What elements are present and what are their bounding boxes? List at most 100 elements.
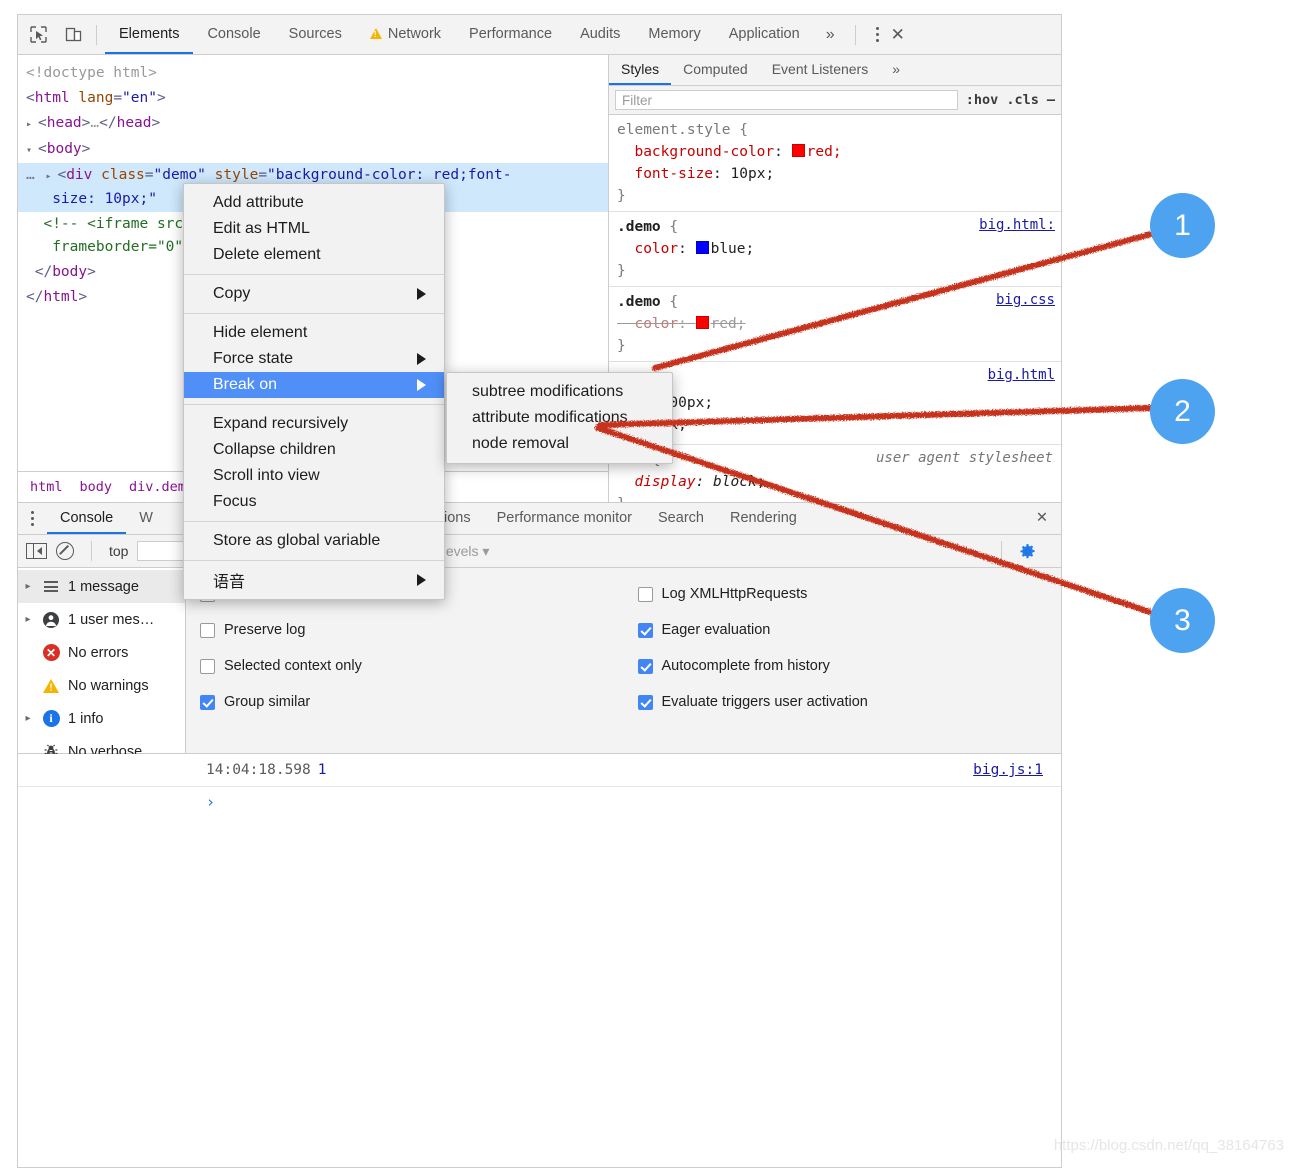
css-source-link-big-html-2[interactable]: big.html (988, 367, 1055, 383)
menu-item-hide-element[interactable]: Hide element (184, 320, 444, 346)
menu-item-copy[interactable]: Copy (184, 281, 444, 307)
dom-line-body[interactable]: ▾ <body> (18, 137, 608, 163)
console-prompt-row[interactable]: › (18, 787, 1061, 817)
drawer-close-icon[interactable]: ✕ (1023, 503, 1061, 534)
checkbox-evaluate-triggers[interactable] (637, 694, 653, 710)
menu-separator-2 (184, 313, 444, 314)
color-swatch-red-struck[interactable] (695, 316, 709, 329)
console-sidebar-item-user-messages[interactable]: ▸ 1 user mes… (18, 603, 185, 636)
context-submenu-break-on[interactable]: subtree modifications attribute modifica… (446, 372, 673, 464)
submenu-item-attribute-modifications[interactable]: attribute modifications (447, 405, 672, 431)
color-swatch-blue[interactable] (695, 241, 709, 254)
checkbox-eager-evaluation[interactable] (637, 622, 653, 638)
color-swatch[interactable] (791, 144, 805, 157)
drawer-more-options-icon[interactable] (18, 503, 47, 534)
expand-triangle-icon-user[interactable]: ▸ (22, 614, 34, 625)
menu-item-delete-element[interactable]: Delete element (184, 242, 444, 268)
menu-separator-1 (184, 274, 444, 275)
menu-item-edit-as-html[interactable]: Edit as HTML (184, 216, 444, 242)
menu-item-scroll-into-view[interactable]: Scroll into view (184, 463, 444, 489)
drawer-tab-what-s-new[interactable]: W (126, 503, 166, 534)
menu-item-store-as-global-variable[interactable]: Store as global variable (184, 528, 444, 554)
tab-audits[interactable]: Audits (566, 15, 634, 54)
styles-filter-input[interactable]: Filter (615, 90, 958, 110)
css-rule-element-style[interactable]: element.style { background-color: red; f… (609, 115, 1061, 212)
device-toolbar-icon[interactable] (58, 20, 88, 50)
menu-item-break-on[interactable]: Break on (184, 372, 444, 398)
expand-triangle-icon-info[interactable]: ▸ (22, 713, 34, 724)
checkbox-preserve-log[interactable] (200, 622, 215, 638)
menu-item-speech[interactable]: 语音 (184, 567, 444, 593)
drawer-tab-console[interactable]: Console (47, 503, 127, 534)
sidebar-toggle-icon[interactable] (26, 543, 47, 559)
customize-devtools-icon[interactable] (864, 27, 891, 42)
more-panels-icon[interactable]: » (814, 26, 847, 44)
setting-preserve-log[interactable]: Preserve log (200, 612, 624, 648)
menu-item-collapse-children[interactable]: Collapse children (184, 437, 444, 463)
css-source-link-big-css[interactable]: big.css (996, 292, 1055, 308)
setting-group-similar[interactable]: Group similar (200, 684, 624, 720)
checkbox-group-similar[interactable] (200, 694, 215, 710)
tab-styles[interactable]: Styles (609, 55, 672, 85)
submenu-item-node-removal[interactable]: node removal (447, 431, 672, 457)
tab-performance[interactable]: Performance (455, 15, 566, 54)
breadcrumb-item-html[interactable]: html (30, 479, 63, 495)
checkbox-selected-context-only[interactable] (200, 658, 215, 674)
collapse-triangle-icon[interactable]: ▾ (26, 139, 38, 162)
checkbox-log-xhr[interactable] (637, 586, 653, 602)
setting-selected-context-only[interactable]: Selected context only (200, 648, 624, 684)
menu-item-force-state[interactable]: Force state (184, 346, 444, 372)
checkbox-autocomplete-history[interactable] (637, 658, 653, 674)
css-rule-demo-css[interactable]: .demo { big.css color: red; } (609, 287, 1061, 362)
styles-more-tabs-icon[interactable]: » (880, 55, 912, 85)
console-sidebar-item-errors[interactable]: ✕ No errors (18, 636, 185, 669)
execution-context-select[interactable]: top (109, 543, 128, 559)
inspect-element-icon[interactable] (23, 20, 53, 50)
console-log-entry[interactable]: 14:04:18.598 1 big.js:1 (18, 754, 1061, 787)
setting-autocomplete-history[interactable]: Autocomplete from history (637, 648, 1062, 684)
tab-network[interactable]: Network (356, 15, 455, 54)
expand-triangle-icon-messages[interactable]: ▸ (22, 581, 34, 592)
menu-item-add-attribute[interactable]: Add attribute (184, 190, 444, 216)
info-icon: i (41, 709, 61, 729)
console-sidebar-label: 1 info (68, 710, 104, 727)
submenu-arrow-icon-speech (417, 574, 426, 586)
hov-cls-toggles[interactable]: :hov .cls (966, 92, 1039, 108)
breadcrumb-item-body[interactable]: body (80, 479, 113, 495)
tab-event-listeners[interactable]: Event Listeners (760, 55, 881, 85)
context-menu[interactable]: Add attribute Edit as HTML Delete elemen… (183, 183, 445, 600)
setting-evaluate-triggers-user-activation[interactable]: Evaluate triggers user activation (637, 684, 1062, 720)
submenu-item-subtree-modifications[interactable]: subtree modifications (447, 379, 672, 405)
drawer-tab-performance-monitor[interactable]: Performance monitor (484, 503, 645, 534)
menu-item-focus[interactable]: Focus (184, 489, 444, 515)
expand-triangle-icon[interactable]: ▸ (26, 113, 38, 136)
expand-triangle-icon-div[interactable]: ▸ (45, 165, 57, 188)
css-rule-dimensions[interactable]: big.html h: 100px; 100px; (609, 362, 1061, 445)
console-sidebar-item-messages[interactable]: ▸ 1 message (18, 570, 185, 603)
dom-line-html[interactable]: <html lang="en"> (18, 86, 608, 111)
clear-console-icon[interactable] (56, 542, 74, 560)
setting-eager-evaluation[interactable]: Eager evaluation (637, 612, 1062, 648)
drawer-tab-search[interactable]: Search (645, 503, 717, 534)
drawer-tab-rendering[interactable]: Rendering (717, 503, 810, 534)
console-toolbar-divider (91, 541, 92, 561)
new-style-rule-icon[interactable]: – (1047, 92, 1055, 108)
css-rule-demo-html[interactable]: .demo { big.html: color: blue; } (609, 212, 1061, 287)
tab-elements[interactable]: Elements (105, 15, 194, 54)
setting-log-xhr[interactable]: Log XMLHttpRequests (637, 576, 1062, 612)
menu-item-expand-recursively[interactable]: Expand recursively (184, 411, 444, 437)
tab-memory[interactable]: Memory (634, 15, 714, 54)
css-source-link-big-html[interactable]: big.html: (979, 217, 1055, 233)
css-rule-user-agent-div[interactable]: div { user agent stylesheet display: blo… (609, 445, 1061, 502)
log-source-link[interactable]: big.js:1 (973, 762, 1043, 778)
tab-console[interactable]: Console (193, 15, 274, 54)
tab-computed[interactable]: Computed (671, 55, 760, 85)
console-sidebar-item-info[interactable]: ▸ i 1 info (18, 702, 185, 735)
tab-application[interactable]: Application (715, 15, 814, 54)
console-sidebar-item-warnings[interactable]: No warnings (18, 669, 185, 702)
dom-line-head[interactable]: ▸ <head>…</head> (18, 111, 608, 137)
close-devtools-icon[interactable]: ✕ (891, 25, 909, 45)
settings-gear-icon[interactable] (1019, 543, 1036, 560)
dom-line-doctype[interactable]: <!doctype html> (18, 61, 608, 86)
tab-sources[interactable]: Sources (275, 15, 356, 54)
